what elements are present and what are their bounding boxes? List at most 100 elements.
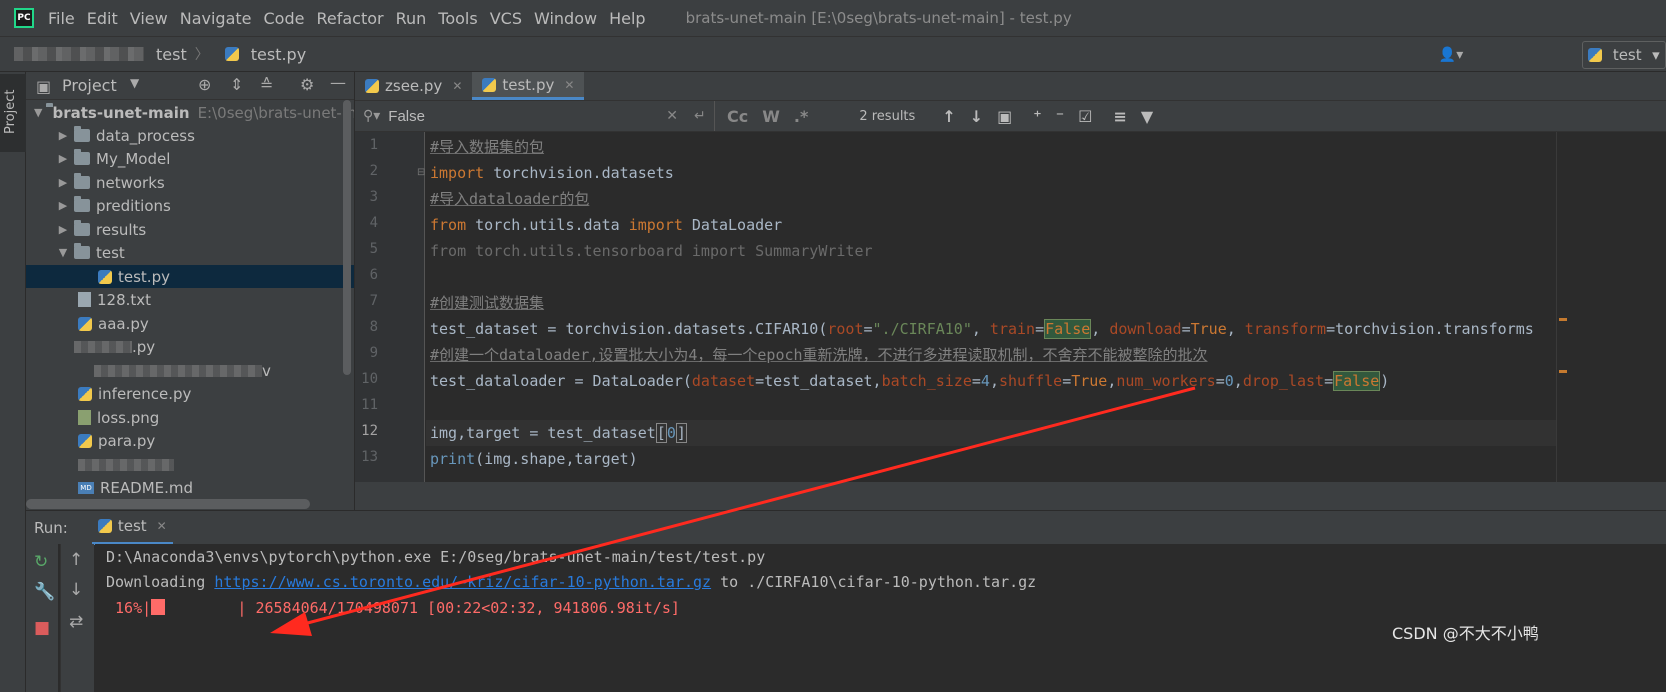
menu-code[interactable]: Code — [264, 9, 305, 28]
run-configuration-select[interactable]: test ▾ — [1582, 41, 1666, 69]
user-account-button[interactable]: 👤▾ — [1434, 43, 1468, 67]
tree-item-readme[interactable]: MD README.md — [26, 476, 354, 499]
close-icon[interactable]: ✕ — [452, 79, 462, 93]
console-link[interactable]: https://www.cs.toronto.edu/~kriz/cifar-1… — [214, 573, 711, 591]
rerun-icon[interactable]: ↻ — [34, 552, 48, 572]
filter-icon[interactable]: ▼ — [1141, 107, 1153, 126]
panel-divider — [355, 482, 1666, 510]
menu-file[interactable]: File — [48, 9, 75, 28]
expand-all-icon[interactable]: ⇕ — [230, 75, 243, 94]
arrow-up-icon[interactable]: ↑ — [942, 107, 955, 126]
whole-words-button[interactable]: W — [762, 107, 780, 126]
search-field[interactable]: ⚲▾ ✕ ↵ — [355, 101, 715, 131]
search-match-marker[interactable] — [1559, 370, 1567, 373]
tab-zsee-py[interactable]: zsee.py ✕ — [355, 72, 472, 100]
project-side-tab[interactable]: Project — [0, 74, 26, 152]
project-panel-title[interactable]: Project — [62, 76, 117, 95]
regex-button[interactable]: .* — [794, 107, 808, 126]
tree-item-test[interactable]: ▼ test — [26, 241, 354, 264]
menu-window[interactable]: Window — [534, 9, 597, 28]
search-icon[interactable]: ⚲▾ — [363, 108, 380, 124]
menu-tools[interactable]: Tools — [438, 9, 477, 28]
code-line-current: img,target = test_dataset[0] — [426, 420, 1556, 446]
tree-item-preditions[interactable]: ▶ preditions — [26, 194, 354, 217]
tree-item-aaa-py[interactable]: aaa.py — [26, 312, 354, 335]
remove-occurrence-icon[interactable]: ⁻ — [1056, 107, 1064, 126]
clear-search-icon[interactable]: ✕ — [666, 108, 678, 124]
filter-options-icon[interactable]: ≡ — [1114, 107, 1127, 126]
search-input[interactable] — [388, 107, 659, 125]
code-editor[interactable]: #导入数据集的包 import torchvision.datasets #导入… — [426, 132, 1556, 482]
editor-scrollbar-markers[interactable] — [1556, 132, 1567, 482]
text-file-icon — [78, 292, 91, 307]
hide-panel-icon[interactable]: — — [330, 73, 346, 92]
tree-item-blurred-1[interactable]: .py — [26, 335, 354, 358]
chevron-down-icon[interactable]: ▼ — [130, 76, 139, 90]
chevron-right-icon: ▶ — [58, 199, 68, 212]
line-number: 11 — [361, 397, 378, 413]
code-text: torchvision.datasets — [484, 164, 674, 182]
soft-wrap-icon[interactable]: ⇄ — [69, 612, 83, 632]
select-all-occurrences-icon[interactable]: ☑ — [1078, 107, 1092, 126]
breadcrumb-file-label: test.py — [250, 44, 307, 64]
pycharm-logo-icon: PC — [14, 8, 34, 28]
tree-item-label: README.md — [100, 478, 194, 497]
tree-item-inference-py[interactable]: inference.py — [26, 382, 354, 405]
menu-refactor[interactable]: Refactor — [316, 9, 383, 28]
python-file-icon — [482, 77, 497, 92]
folder-icon — [74, 243, 90, 259]
add-occurrence-icon[interactable]: ⁺ — [1033, 107, 1041, 126]
open-in-window-icon[interactable]: ▣ — [997, 107, 1012, 126]
arrow-up-icon[interactable]: ↑ — [69, 550, 83, 570]
console-text: Downloading — [106, 573, 215, 591]
code-number: 4 — [980, 372, 990, 390]
locate-file-icon[interactable]: ⊕ — [198, 75, 211, 94]
run-console[interactable]: D:\Anaconda3\envs\pytorch\python.exe E:/… — [95, 544, 1666, 692]
tab-test-py[interactable]: test.py ✕ — [472, 72, 585, 100]
code-text: target = test_dataset — [466, 424, 656, 442]
menu-vcs[interactable]: VCS — [490, 9, 522, 28]
python-file-icon — [78, 433, 92, 448]
run-tab-test[interactable]: test ✕ — [91, 511, 173, 545]
menu-help[interactable]: Help — [609, 9, 645, 28]
tree-item-blurred-3[interactable] — [26, 453, 354, 476]
chevron-right-icon: ▶ — [58, 129, 68, 142]
stop-icon[interactable]: ■ — [34, 618, 50, 638]
tree-item-label: preditions — [96, 196, 171, 215]
line-number: 2 — [369, 163, 378, 179]
tree-item-data-process[interactable]: ▶ data_process — [26, 124, 354, 147]
arrow-down-icon[interactable]: ↓ — [69, 580, 83, 600]
breadcrumb-test[interactable]: test — [156, 45, 187, 64]
new-line-icon[interactable]: ↵ — [694, 108, 706, 124]
wrench-icon[interactable]: 🔧 — [34, 582, 55, 602]
tree-item-test-py[interactable]: test.py — [26, 265, 354, 288]
tree-vertical-scrollbar[interactable] — [343, 100, 351, 375]
tree-item-results[interactable]: ▶ results — [26, 218, 354, 241]
menu-edit[interactable]: Edit — [87, 9, 118, 28]
collapse-all-icon[interactable]: ≙ — [260, 75, 273, 94]
breadcrumb-file[interactable]: test.py — [221, 45, 306, 64]
tree-item-blurred-2[interactable]: v — [26, 359, 354, 382]
close-icon[interactable]: ✕ — [564, 78, 574, 92]
tree-item-label: 128.txt — [97, 290, 152, 309]
tree-item-loss-png[interactable]: loss.png — [26, 406, 354, 429]
tree-item-128-txt[interactable]: 128.txt — [26, 288, 354, 311]
tree-item-para-py[interactable]: para.py — [26, 429, 354, 452]
menu-view[interactable]: View — [130, 9, 168, 28]
folder-icon — [74, 196, 90, 212]
tree-horizontal-scrollbar[interactable] — [26, 499, 310, 509]
tree-item-label: inference.py — [98, 384, 192, 403]
tree-item-my-model[interactable]: ▶ My_Model — [26, 147, 354, 170]
close-icon[interactable]: ✕ — [157, 519, 167, 533]
menu-run[interactable]: Run — [396, 9, 427, 28]
menu-navigate[interactable]: Navigate — [180, 9, 252, 28]
arrow-down-icon[interactable]: ↓ — [970, 107, 983, 126]
fold-icon[interactable]: ⊟ — [417, 167, 425, 178]
tree-item-networks[interactable]: ▶ networks — [26, 171, 354, 194]
find-bar: ⚲▾ ✕ ↵ Cc W .* 2 results ↑ ↓ ▣ ⁺ ⁻ ☑ ≡ ▼ — [355, 100, 1666, 132]
tree-item-root[interactable]: ▼ brats-unet-main E:\0seg\brats-unet-ma — [26, 101, 354, 124]
code-text: test_dataset = torchvision.datasets.CIFA… — [430, 320, 828, 338]
match-case-button[interactable]: Cc — [727, 107, 748, 126]
search-match-marker[interactable] — [1559, 318, 1567, 321]
gear-icon[interactable]: ⚙ — [300, 75, 314, 94]
